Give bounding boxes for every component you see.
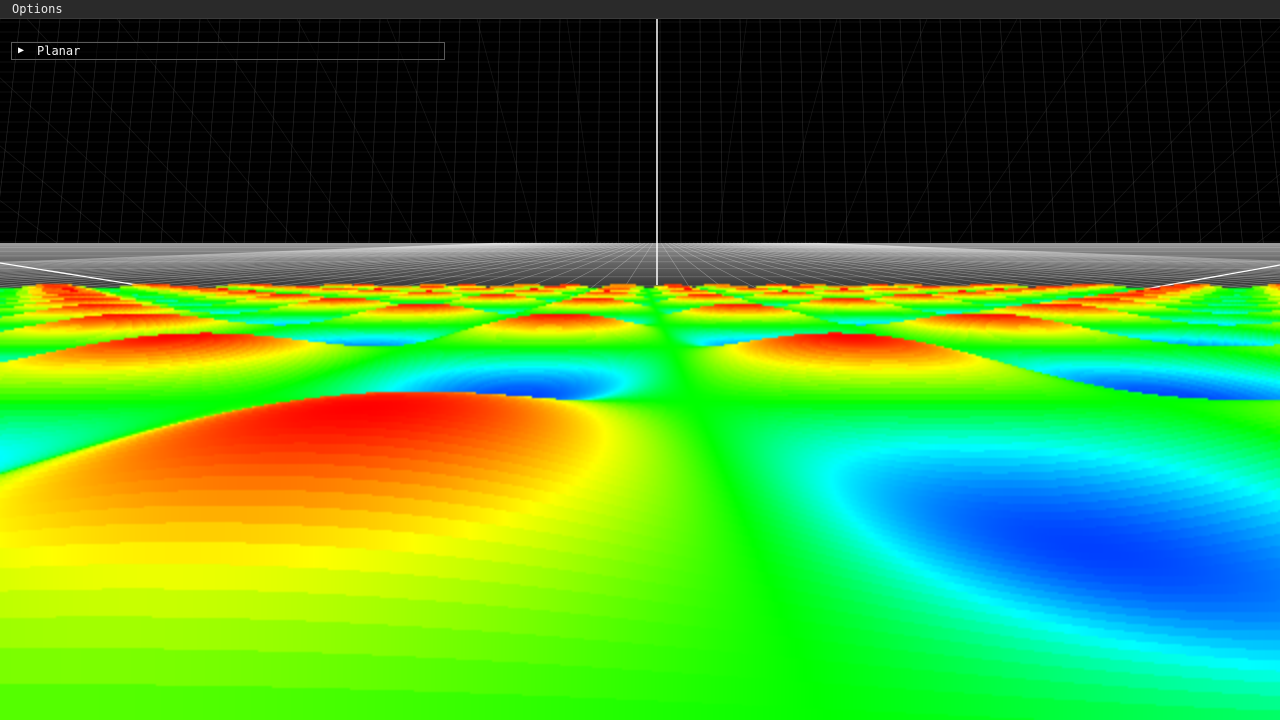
grid-line <box>739 18 744 244</box>
grid-line <box>819 18 827 244</box>
grid-line <box>779 18 786 244</box>
grid-line <box>859 18 869 244</box>
grid-line <box>1199 18 1223 244</box>
grid-line <box>799 18 807 244</box>
grid-line <box>451 18 461 244</box>
planar-collapsing-header[interactable]: ▶ Planar <box>11 42 445 60</box>
grid-line <box>919 18 931 244</box>
grid-line <box>1259 18 1280 208</box>
grid-line <box>956 18 1108 244</box>
grid-line <box>776 18 838 244</box>
grid-line <box>514 18 521 244</box>
grid-line <box>1079 18 1098 244</box>
grid-line <box>896 18 1018 244</box>
grid-line <box>535 18 541 244</box>
grid-line <box>493 18 501 244</box>
grid-line <box>1059 18 1077 244</box>
grid-line <box>699 18 703 244</box>
grid-line <box>879 18 890 244</box>
grid-line <box>576 18 581 244</box>
options-menu[interactable]: Options <box>6 1 69 18</box>
grid-line <box>566 18 598 244</box>
menu-bar: Options <box>0 0 1280 19</box>
grid-line <box>939 18 952 244</box>
grid-line <box>759 18 765 244</box>
grid-line <box>979 18 994 244</box>
grid-line <box>999 18 1015 244</box>
triangle-right-icon: ▶ <box>18 45 25 56</box>
grid-line <box>959 18 973 244</box>
wave-surface <box>0 240 1280 720</box>
grid-line <box>1039 18 1056 244</box>
3d-viewport[interactable] <box>0 0 1280 720</box>
grid-line <box>839 18 848 244</box>
grid-line <box>597 18 601 244</box>
grid-line <box>618 18 621 244</box>
grid-line <box>1179 18 1202 244</box>
grid-line <box>679 18 682 244</box>
planar-header-label: Planar <box>37 44 81 58</box>
grid-line <box>1256 225 1280 244</box>
grid-line <box>639 18 641 244</box>
grid-line <box>1239 18 1264 244</box>
grid-line <box>836 18 928 244</box>
grid-line <box>1076 26 1280 244</box>
grid-line <box>472 18 481 244</box>
grid-line <box>1136 109 1280 244</box>
grid-line <box>899 18 911 244</box>
grid-line <box>1196 173 1280 244</box>
grid-line <box>1119 18 1139 244</box>
grid-line <box>1219 18 1243 244</box>
grid-line <box>476 18 538 244</box>
grid-line <box>1139 18 1160 244</box>
grid-line <box>555 18 561 244</box>
